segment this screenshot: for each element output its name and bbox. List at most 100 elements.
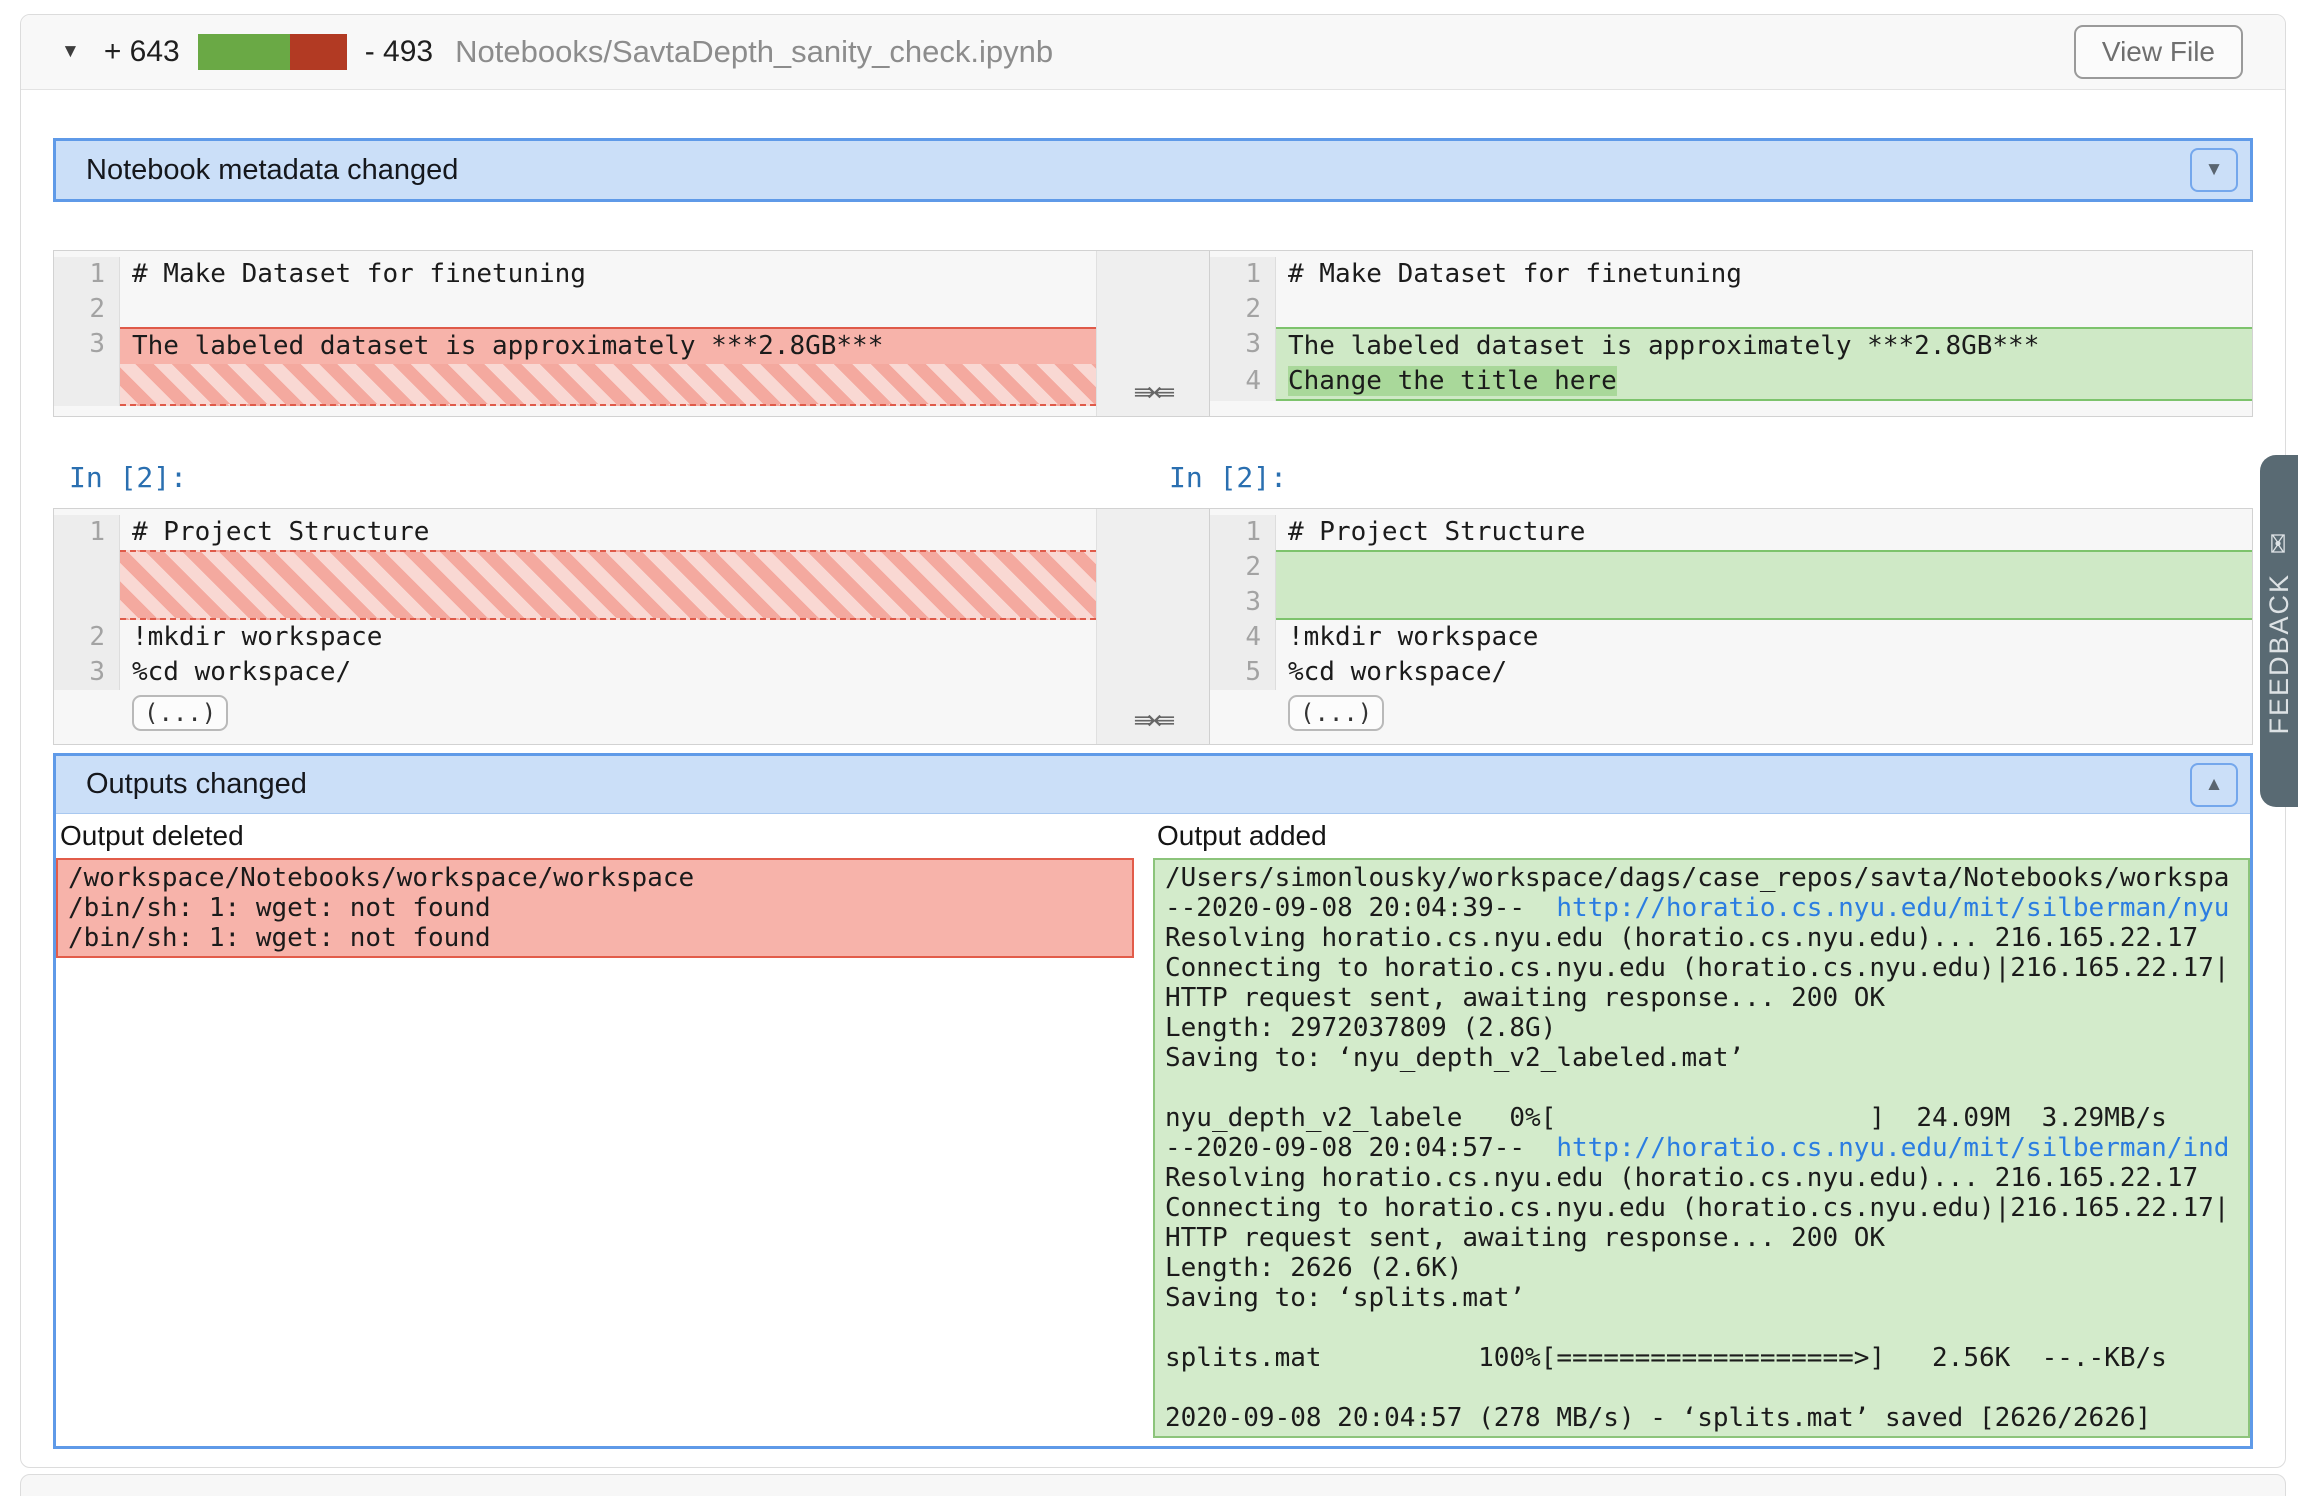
line-number: 1 [1210, 257, 1276, 292]
output-line-text: Saving to: ‘splits.mat’ [1165, 1283, 1525, 1313]
output-line-text: Length: 2626 (2.6K) [1165, 1253, 1462, 1283]
diff-line: 1 # Make Dataset for finetuning [54, 257, 1096, 292]
outputs-collapse-button[interactable]: ▲ [2190, 763, 2238, 807]
output-line: splits.mat 100%[===================>] 2.… [1165, 1343, 2238, 1373]
diff-line: 2 [1210, 550, 2252, 585]
caret-down-icon: ▼ [2205, 159, 2224, 181]
feedback-tab[interactable]: ✉ FEEDBACK [2260, 455, 2298, 807]
line-text: !mkdir workspace [1288, 622, 1538, 652]
file-name: Notebooks/SavtaDepth_sanity_check.ipynb [455, 34, 1053, 70]
merge-arrows-icon[interactable]: ⇛⇚ [1097, 377, 1209, 408]
line-number: 4 [1210, 620, 1276, 655]
line-text: %cd workspace/ [132, 657, 351, 687]
outputs-changed-banner[interactable]: Outputs changed ▲ [56, 756, 2250, 814]
expand-collapsed-lines-button[interactable]: (...) [1288, 695, 1384, 731]
diff-center-gutter: ⇛⇚ [1096, 509, 1210, 744]
next-file-card-header[interactable] [20, 1474, 2286, 1496]
output-line: HTTP request sent, awaiting response... … [1165, 983, 2238, 1013]
line-text: The labeled dataset is approximately ***… [1288, 331, 2039, 361]
output-line-text: Length: 2972037809 (2.8G) [1165, 1013, 1556, 1043]
line-text: # Make Dataset for finetuning [132, 259, 586, 289]
diff-line: (...) [54, 690, 1096, 734]
output-line-text: --2020-09-08 20:04:39-- [1165, 893, 1556, 923]
line-text: %cd workspace/ [1288, 657, 1507, 687]
file-expand-caret-icon[interactable]: ▼ [61, 41, 80, 63]
output-line: Resolving horatio.cs.nyu.edu (horatio.cs… [1165, 1163, 2238, 1193]
output-line-text: splits.mat 100%[===================>] 2.… [1165, 1343, 2167, 1373]
line-number: 2 [1210, 292, 1276, 327]
output-line-text: HTTP request sent, awaiting response... … [1165, 983, 1885, 1013]
line-text: !mkdir workspace [132, 622, 382, 652]
diff-left-panel: 1 # Project Structure 2 !mkdir workspace [54, 509, 1096, 744]
output-line [1165, 1073, 2238, 1103]
diff-line: 1 # Project Structure [1210, 515, 2252, 550]
output-line [1165, 1373, 2238, 1403]
expand-collapsed-lines-button[interactable]: (...) [132, 695, 228, 731]
diff-line [54, 550, 1096, 620]
diff-line: 4 !mkdir workspace [1210, 620, 2252, 655]
diff-line: 3 [1210, 585, 2252, 620]
output-line: Resolving horatio.cs.nyu.edu (horatio.cs… [1165, 923, 2238, 953]
output-line: /bin/sh: 1: wget: not found [68, 893, 1122, 923]
line-number: 1 [54, 257, 120, 292]
output-line-text: /workspace/Notebooks/workspace/workspace [68, 863, 694, 893]
diff-line: 3 %cd workspace/ [54, 655, 1096, 690]
metadata-changed-banner[interactable]: Notebook metadata changed ▼ [53, 138, 2253, 202]
line-text: The labeled dataset is approximately ***… [132, 331, 883, 361]
view-file-button[interactable]: View File [2074, 25, 2243, 79]
output-line: nyu_depth_v2_labele 0%[ ] 24.09M 3.29MB/… [1165, 1103, 2238, 1133]
removed-block [290, 34, 347, 70]
file-diff-card: ▼ + 643 - 493 Notebooks/SavtaDepth_sanit… [20, 14, 2286, 1468]
output-line: Length: 2626 (2.6K) [1165, 1253, 2238, 1283]
output-line: Connecting to horatio.cs.nyu.edu (horati… [1165, 1193, 2238, 1223]
line-number [54, 364, 120, 406]
line-number [54, 550, 120, 620]
output-link[interactable]: http://horatio.cs.nyu.edu/mit/silberman/… [1556, 1133, 2229, 1163]
output-line-text: Saving to: ‘nyu_depth_v2_labeled.mat’ [1165, 1043, 1744, 1073]
diff-stat-blocks [198, 34, 347, 70]
execution-count-right: In [2]: [1153, 461, 1287, 494]
left-cell-half: In [2]: [53, 461, 1153, 494]
diff-left-panel: 1 # Make Dataset for finetuning 2 3 The … [54, 251, 1096, 416]
outputs-changed-section: Outputs changed ▲ Output deleted /worksp… [53, 753, 2253, 1449]
output-link[interactable]: http://horatio.cs.nyu.edu/mit/silberman/… [1556, 893, 2229, 923]
diff-line: 2 !mkdir workspace [54, 620, 1096, 655]
output-deleted-box: /workspace/Notebooks/workspace/workspace… [56, 858, 1134, 958]
diff-line [54, 364, 1096, 406]
diff-body: Notebook metadata changed ▼ 1 # Make Dat… [21, 90, 2285, 1449]
line-number: 3 [1210, 327, 1276, 364]
line-text: # Project Structure [132, 517, 429, 547]
output-line: --2020-09-08 20:04:39-- http://horatio.c… [1165, 893, 2238, 923]
output-line: HTTP request sent, awaiting response... … [1165, 1223, 2238, 1253]
right-cell-half: In [2]: [1153, 461, 2253, 494]
output-line-text: nyu_depth_v2_labele 0%[ ] 24.09M 3.29MB/… [1165, 1103, 2167, 1133]
deletions-count: - 493 [365, 35, 433, 69]
diff-line: 2 [54, 292, 1096, 327]
line-number: 2 [54, 620, 120, 655]
output-line-text: HTTP request sent, awaiting response... … [1165, 1223, 1885, 1253]
output-line-text: Resolving horatio.cs.nyu.edu (horatio.cs… [1165, 923, 2198, 953]
output-line-text: /bin/sh: 1: wget: not found [68, 893, 491, 923]
output-deleted-label: Output deleted [56, 814, 1134, 858]
line-number: 4 [1210, 364, 1276, 401]
diff-line: 3 The labeled dataset is approximately *… [54, 327, 1096, 364]
added-block [198, 34, 290, 70]
output-line-text: /bin/sh: 1: wget: not found [68, 923, 491, 953]
diff-center-gutter: ⇛⇚ [1096, 251, 1210, 416]
diff-block-markdown-cell: 1 # Make Dataset for finetuning 2 3 The … [53, 250, 2253, 417]
metadata-expand-button[interactable]: ▼ [2190, 148, 2238, 192]
additions-count: + 643 [104, 35, 180, 69]
output-line: Saving to: ‘splits.mat’ [1165, 1283, 2238, 1313]
line-text: # Make Dataset for finetuning [1288, 259, 1742, 289]
metadata-banner-label: Notebook metadata changed [86, 154, 458, 187]
output-line: Length: 2972037809 (2.8G) [1165, 1013, 2238, 1043]
line-number: 1 [54, 515, 120, 550]
output-line: Saving to: ‘nyu_depth_v2_labeled.mat’ [1165, 1043, 2238, 1073]
line-number: 2 [1210, 550, 1276, 585]
output-line: /Users/simonlousky/workspace/dags/case_r… [1165, 863, 2238, 893]
diff-line: (...) [1210, 690, 2252, 734]
output-line: --2020-09-08 20:04:57-- http://horatio.c… [1165, 1133, 2238, 1163]
cell-execution-labels: In [2]: In [2]: [53, 461, 2253, 494]
merge-arrows-icon[interactable]: ⇛⇚ [1097, 705, 1209, 736]
diff-line: 5 %cd workspace/ [1210, 655, 2252, 690]
